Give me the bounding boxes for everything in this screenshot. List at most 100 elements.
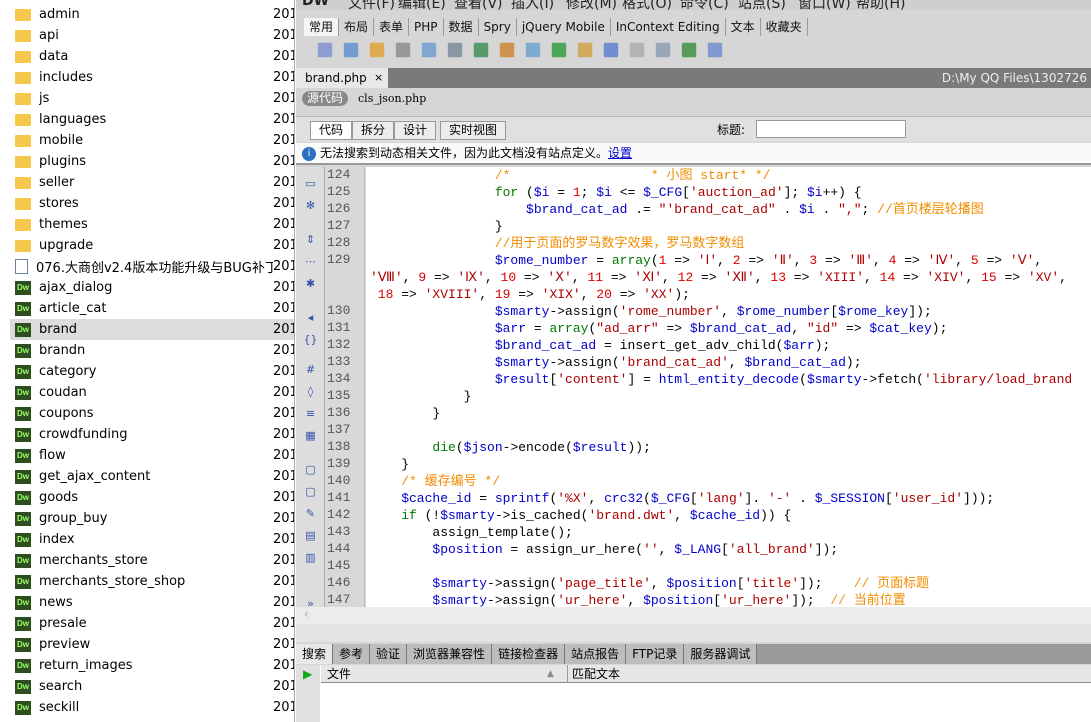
play-icon[interactable]: ▶ (303, 667, 312, 681)
file-item[interactable]: Dw get_ajax_content 201 (10, 466, 294, 487)
collapse-full-tag-icon[interactable]: ⇕ (303, 233, 318, 248)
results-tab[interactable]: 链接检查器 (492, 644, 566, 664)
file-item[interactable]: Dw return_images 201 (10, 655, 294, 676)
image-icon[interactable] (473, 42, 489, 58)
title-input[interactable] (756, 120, 906, 138)
results-tab[interactable]: 搜索 (296, 644, 334, 664)
insert-tab[interactable]: PHP (409, 18, 444, 36)
comment-icon[interactable] (603, 42, 619, 58)
close-icon[interactable]: × (374, 68, 383, 88)
insert-tab[interactable]: 数据 (444, 18, 479, 36)
file-item[interactable]: Dw search 201 (10, 676, 294, 697)
menu-item[interactable]: 帮助(H) (856, 0, 905, 10)
insert-tab[interactable]: Spry (479, 18, 517, 36)
email-link-icon[interactable] (343, 42, 359, 58)
menu-item[interactable]: 站点(S) (738, 0, 786, 10)
recent-snippets-icon[interactable]: ▤ (303, 529, 318, 544)
file-item[interactable]: data 201 (10, 46, 294, 67)
file-item[interactable]: admin 201 (10, 4, 294, 25)
menu-item[interactable]: 编辑(E) (398, 0, 446, 10)
syntax-coloring-icon[interactable]: ▦ (303, 429, 318, 444)
hr-icon[interactable] (395, 42, 411, 58)
collapse-selection-icon[interactable]: ⋯ (303, 255, 318, 270)
hyperlink-icon[interactable] (317, 42, 333, 58)
head-icon[interactable] (629, 42, 645, 58)
insert-tab[interactable]: 表单 (374, 18, 410, 36)
sort-icon[interactable]: ▲ (547, 665, 554, 683)
panel-splitter[interactable] (296, 624, 1091, 642)
file-item[interactable]: Dw ajax_dialog 201 (10, 277, 294, 298)
file-item[interactable]: Dw article_cat 201 (10, 298, 294, 319)
file-item[interactable]: stores 201 (10, 193, 294, 214)
file-item[interactable]: Dw group_buy 201 (10, 508, 294, 529)
move-css-icon[interactable]: ▥ (303, 551, 318, 566)
file-item[interactable]: Dw seckill 201 (10, 697, 294, 718)
media-icon[interactable] (499, 42, 515, 58)
menu-item[interactable]: 插入(I) (511, 0, 554, 10)
template-icon[interactable] (681, 42, 697, 58)
results-tab[interactable]: 浏览器兼容性 (407, 644, 493, 664)
results-tab[interactable]: 验证 (370, 644, 408, 664)
div-icon[interactable] (447, 42, 463, 58)
line-numbers-icon[interactable]: # (303, 363, 318, 378)
scroll-left-icon[interactable]: ‹ (304, 607, 309, 621)
table-icon[interactable] (421, 42, 437, 58)
file-item[interactable]: Dw category 201 (10, 361, 294, 382)
menu-item[interactable]: 查看(V) (454, 0, 503, 10)
script-icon[interactable] (655, 42, 671, 58)
results-tab[interactable]: 站点报告 (565, 644, 627, 664)
file-item[interactable]: Dw crowdfunding 201 (10, 424, 294, 445)
view-button[interactable]: 代码 (310, 121, 353, 140)
settings-link[interactable]: 设置 (608, 146, 632, 160)
highlight-invalid-code-icon[interactable]: ◊ (303, 385, 318, 400)
select-parent-tag-icon[interactable]: ◂ (303, 311, 318, 326)
file-item[interactable]: Dwgoods 201 (10, 487, 294, 508)
results-tab[interactable]: 服务器调试 (684, 644, 758, 664)
anchor-icon[interactable] (369, 42, 385, 58)
file-item[interactable]: Dw merchants_store_shop 201 (10, 571, 294, 592)
view-button[interactable]: 实时视图 (440, 121, 507, 140)
show-code-navigator-icon[interactable]: ✻ (303, 199, 318, 214)
file-item[interactable]: Dwflow 201 (10, 445, 294, 466)
balance-braces-icon[interactable]: {} (303, 333, 318, 348)
menu-item[interactable]: 修改(M) (566, 0, 617, 10)
wrap-tag-icon[interactable]: ✎ (303, 507, 318, 522)
file-item[interactable]: Dw presale 201 (10, 613, 294, 634)
apply-comment-icon[interactable]: ▢ (303, 463, 318, 478)
insert-tab[interactable]: jQuery Mobile (517, 18, 611, 36)
menu-item[interactable]: 文件(F) (348, 0, 395, 10)
file-item[interactable]: Dw preview 201 (10, 634, 294, 655)
file-item[interactable]: js 201 (10, 88, 294, 109)
related-file-cls-json[interactable]: cls_json.php (358, 92, 426, 105)
menu-item[interactable]: 窗口(W) (798, 0, 851, 10)
results-tab[interactable]: FTP记录 (626, 644, 685, 664)
tag-chooser-icon[interactable] (707, 42, 723, 58)
open-documents-icon[interactable]: ▭ (303, 177, 318, 192)
column-file[interactable]: 文件 (327, 665, 351, 683)
date-icon[interactable] (551, 42, 567, 58)
file-item[interactable]: languages 201 (10, 109, 294, 130)
insert-tab[interactable]: 布局 (339, 18, 375, 36)
file-item[interactable]: Dw merchants_store 201 (10, 550, 294, 571)
file-item[interactable]: Dwnews 201 (10, 592, 294, 613)
file-item[interactable]: includes 201 (10, 67, 294, 88)
file-item[interactable]: 076.大商创v2.4版本功能升级与BUG补丁...201 (10, 256, 294, 277)
code-editor[interactable]: /* * 小图 start* */ for ($i = 1; $i <= $_C… (366, 167, 1091, 607)
results-tab[interactable]: 参考 (333, 644, 371, 664)
file-item[interactable]: Dw coupons 201 (10, 403, 294, 424)
file-item[interactable]: themes 201 (10, 214, 294, 235)
file-item[interactable]: mobile 201 (10, 130, 294, 151)
server-include-icon[interactable] (577, 42, 593, 58)
remove-comment-icon[interactable]: ▢ (303, 485, 318, 500)
menu-item[interactable]: 格式(O) (622, 0, 672, 10)
insert-tab[interactable]: 文本 (726, 18, 761, 36)
source-code-button[interactable]: 源代码 (302, 91, 349, 106)
insert-tab[interactable]: 常用 (304, 18, 340, 36)
insert-tab[interactable]: InContext Editing (611, 18, 726, 36)
menu-item[interactable]: 命令(C) (680, 0, 729, 10)
word-wrap-icon[interactable]: ≡ (303, 407, 318, 422)
view-button[interactable]: 设计 (394, 121, 437, 140)
file-item[interactable]: Dw brandn 201 (10, 340, 294, 361)
file-item[interactable]: plugins 201 (10, 151, 294, 172)
file-item[interactable]: Dw coudan 201 (10, 382, 294, 403)
